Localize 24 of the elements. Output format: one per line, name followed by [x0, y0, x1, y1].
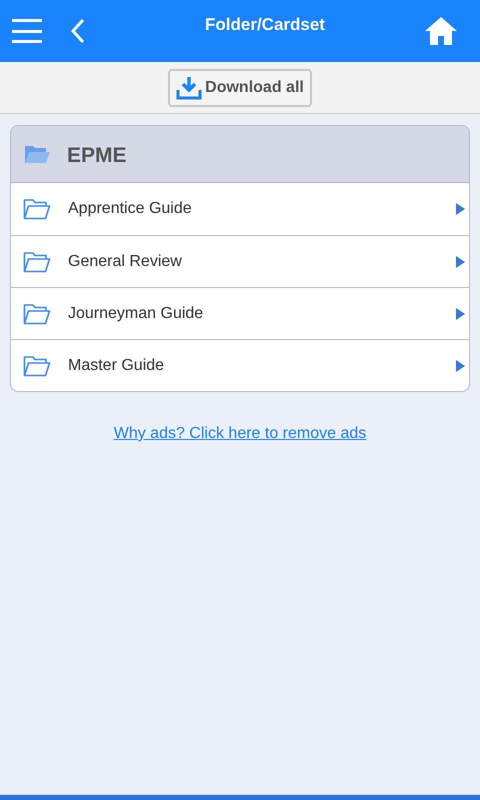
menu-button[interactable] [12, 18, 42, 44]
chevron-right-icon [456, 203, 465, 215]
folder-list-item[interactable]: Journeyman Guide [11, 287, 469, 339]
download-all-button[interactable]: Download all [168, 68, 312, 106]
folder-icon [23, 354, 51, 376]
folder-name: Journeyman Guide [68, 304, 204, 324]
folder-list-item[interactable]: General Review [11, 235, 469, 287]
folder-icon [23, 198, 51, 220]
download-icon [176, 76, 202, 100]
back-icon[interactable] [70, 18, 86, 44]
folder-list-item[interactable]: Master Guide [11, 339, 469, 391]
folder-title: EPME [67, 143, 127, 170]
chevron-right-icon [456, 360, 465, 372]
folder-icon [23, 302, 51, 324]
home-icon[interactable] [424, 16, 458, 46]
folder-name: General Review [68, 252, 183, 272]
page-title: Folder/Cardset [204, 14, 326, 36]
folder-icon [24, 144, 51, 164]
chevron-right-icon [456, 308, 465, 320]
folder-list-item[interactable]: Apprentice Guide [11, 183, 469, 235]
folder-name: Apprentice Guide [68, 199, 193, 219]
chevron-right-icon [456, 256, 465, 268]
folder-name: Master Guide [68, 356, 166, 376]
folder-icon [23, 250, 51, 272]
